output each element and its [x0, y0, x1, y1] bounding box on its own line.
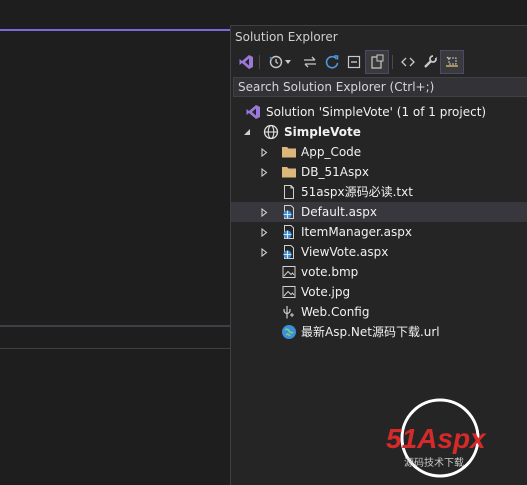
image-file-icon [281, 284, 297, 300]
folder-icon [281, 144, 297, 160]
tree-item-label: ViewVote.aspx [301, 245, 389, 259]
editor-tab-accent [0, 29, 230, 31]
globe-project-icon [263, 124, 279, 140]
tree-item-label: vote.bmp [301, 265, 359, 279]
tree-item[interactable]: Vote.jpg [231, 282, 527, 302]
tree-item[interactable]: ItemManager.aspx [231, 222, 527, 242]
collapsed-arrow-icon[interactable] [258, 166, 270, 178]
search-placeholder: Search Solution Explorer (Ctrl+;) [238, 80, 435, 94]
collapsed-arrow-icon[interactable] [258, 146, 270, 158]
text-file-icon [281, 184, 297, 200]
tree-item-label: Web.Config [301, 305, 370, 319]
tree-item-project[interactable]: SimpleVote [231, 122, 527, 142]
editor-area [0, 0, 230, 485]
tree-item-label: Default.aspx [301, 205, 377, 219]
folder-icon [281, 164, 297, 180]
sync-icon[interactable] [299, 51, 321, 73]
collapse-all-icon[interactable] [343, 51, 365, 73]
tree-item[interactable]: DB_51Aspx [231, 162, 527, 182]
tree-item-label: App_Code [301, 145, 362, 159]
image-file-icon [281, 264, 297, 280]
vs-solution-icon [245, 104, 261, 120]
web-link-icon [281, 324, 297, 340]
web-page-icon [281, 204, 297, 220]
project-label: SimpleVote [284, 125, 361, 139]
tree-item[interactable]: App_Code [231, 142, 527, 162]
collapsed-arrow-icon[interactable] [258, 226, 270, 238]
panel-title: Solution Explorer [235, 30, 338, 44]
properties-icon[interactable] [419, 51, 441, 73]
svg-text:源码技术下载: 源码技术下载 [404, 456, 464, 469]
tree-item-label: 51aspx源码必读.txt [301, 185, 413, 199]
solution-explorer-toolbar [231, 50, 527, 74]
search-input[interactable]: Search Solution Explorer (Ctrl+;) [233, 77, 527, 97]
preview-icon[interactable] [440, 50, 464, 74]
code-view-icon[interactable] [397, 51, 419, 73]
tree-item-label: DB_51Aspx [301, 165, 369, 179]
editor-divider [0, 325, 230, 327]
tree-item[interactable]: ViewVote.aspx [231, 242, 527, 262]
tree-item[interactable]: 51aspx源码必读.txt [231, 182, 527, 202]
web-page-icon [281, 244, 297, 260]
tree-item-label: 最新Asp.Net源码下载.url [301, 325, 440, 339]
dropdown-arrow-icon[interactable] [282, 51, 294, 73]
expanded-arrow-icon[interactable] [241, 126, 253, 138]
tree-item-label: Vote.jpg [301, 285, 351, 299]
show-all-files-icon[interactable] [365, 50, 389, 74]
tree-item-label: ItemManager.aspx [301, 225, 412, 239]
tree-item[interactable]: vote.bmp [231, 262, 527, 282]
solution-label: Solution 'SimpleVote' (1 of 1 project) [266, 105, 487, 119]
tree-item[interactable]: 最新Asp.Net源码下载.url [231, 322, 527, 342]
editor-divider-secondary [0, 348, 230, 349]
collapsed-arrow-icon[interactable] [258, 246, 270, 258]
tree-item-solution[interactable]: Solution 'SimpleVote' (1 of 1 project) [231, 102, 527, 122]
refresh-icon[interactable] [321, 51, 343, 73]
vs-solution-icon[interactable] [235, 51, 257, 73]
svg-text:51Aspx: 51Aspx [386, 423, 487, 454]
tree-item[interactable]: Web.Config [231, 302, 527, 322]
config-file-icon [281, 304, 297, 320]
watermark-logo: 51Aspx 源码技术下载 [382, 396, 522, 482]
collapsed-arrow-icon[interactable] [258, 206, 270, 218]
web-page-icon [281, 224, 297, 240]
tree-item[interactable]: Default.aspx [231, 202, 527, 222]
